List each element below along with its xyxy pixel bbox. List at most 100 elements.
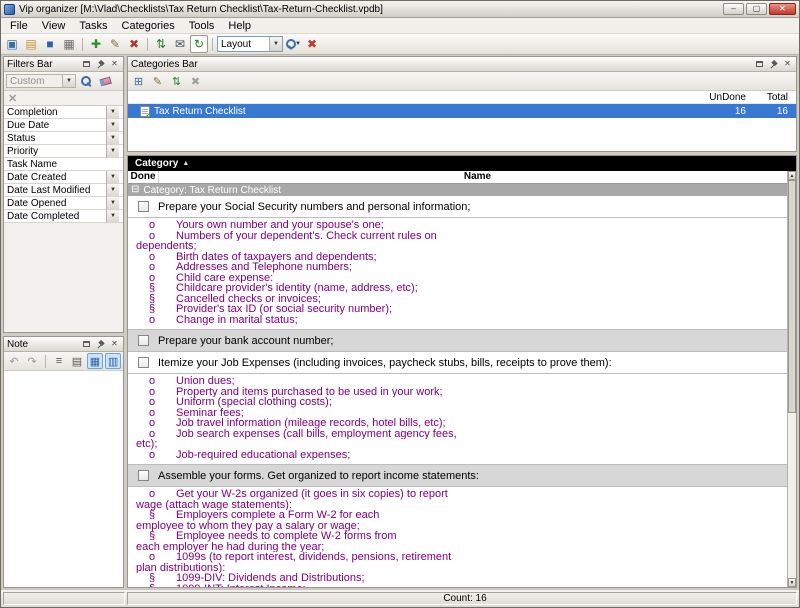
clear-filter-icon[interactable] [97,73,114,89]
filter-row-task-name[interactable]: Task Name [4,158,123,171]
task-row[interactable]: Assemble your forms. Get organized to re… [128,465,787,487]
grid-scrollbar[interactable]: ▲ ▼ [787,171,796,587]
chevron-down-icon[interactable]: ▼ [106,106,119,119]
new-task-icon[interactable]: ✚ [87,35,105,53]
sort-header[interactable]: Category ▲ [128,156,796,171]
maximize-button[interactable]: ▢ [746,3,767,15]
pin-icon[interactable] [95,339,106,350]
redo-icon[interactable]: ↷ [24,353,40,369]
note-text: 1099-DIV: Dividends and Distributions; [176,573,365,584]
category-group-row[interactable]: ⊟ Category: Tax Return Checklist [128,184,796,196]
search-icon[interactable]: ▼ [284,35,302,53]
note-line: §1099-INT: Interest Income; [136,584,785,588]
chevron-down-icon[interactable]: ▼ [106,210,119,223]
done-column-header[interactable]: Done [128,171,158,183]
send-email-icon[interactable]: ✉ [171,35,189,53]
undone-column-header[interactable]: UnDone [698,92,754,103]
filter-row-date-completed[interactable]: Date Completed ▼ [4,210,123,223]
chevron-down-icon[interactable]: ▼ [106,171,119,184]
filter-row-date-last-modified[interactable]: Date Last Modified ▼ [4,184,123,197]
done-checkbox[interactable] [138,357,149,368]
bullet: o [136,262,176,273]
menu-file[interactable]: File [3,19,35,33]
move-category-icon[interactable]: ⇅ [168,73,185,89]
menu-tasks[interactable]: Tasks [72,19,114,33]
print-icon[interactable]: ▦ [60,35,78,53]
note-line: §Provider's tax ID (or social security n… [136,304,785,315]
restore-icon[interactable] [81,59,92,70]
open-database-icon[interactable]: ▤ [22,35,40,53]
filter-row-date-created[interactable]: Date Created ▼ [4,171,123,184]
task-notes: oYours own number and your spouse's one;… [128,218,787,330]
app-icon [4,4,15,15]
filter-row-priority[interactable]: Priority ▼ [4,145,123,158]
move-task-icon[interactable]: ⇅ [152,35,170,53]
category-row-tax-return-checklist[interactable]: Tax Return Checklist 16 16 [128,104,796,118]
note-text: Employee needs to complete W-2 forms fro… [176,531,397,542]
done-checkbox[interactable] [138,201,149,212]
note-line: oYours own number and your spouse's one; [136,220,785,231]
filter-row-date-opened[interactable]: Date Opened ▼ [4,197,123,210]
close-icon[interactable]: ✕ [109,59,120,70]
close-search-icon[interactable]: ✖ [303,35,321,53]
find-filter-icon[interactable] [78,73,95,89]
name-column-header[interactable]: Name [158,171,796,183]
menu-categories[interactable]: Categories [115,19,182,33]
total-column-header[interactable]: Total [754,92,796,103]
note-editor[interactable] [4,371,123,587]
save-icon[interactable]: ■ [41,35,59,53]
remove-filter-icon[interactable]: ✕ [8,92,17,105]
add-category-icon[interactable]: ⊞ [130,73,147,89]
toolbar-separator [212,38,213,51]
scroll-up-icon[interactable]: ▲ [788,171,796,180]
filter-row-completion[interactable]: Completion ▼ [4,106,123,119]
restore-icon[interactable] [754,59,765,70]
filter-label: Date Created [4,172,106,183]
chevron-down-icon[interactable]: ▼ [106,119,119,132]
task-row[interactable]: Prepare your bank account number; [128,330,787,352]
note-text: Numbers of your dependent's. Check curre… [176,231,437,242]
chevron-down-icon[interactable]: ▼ [106,132,119,145]
close-icon[interactable]: ✕ [109,339,120,350]
pin-icon[interactable] [768,59,779,70]
word-wrap-icon[interactable]: ▦ [87,353,103,369]
collapse-icon[interactable]: ⊟ [131,185,139,195]
menu-view[interactable]: View [35,19,73,33]
delete-category-icon[interactable]: ✖ [187,73,204,89]
new-database-icon[interactable]: ▣ [3,35,21,53]
plain-text-view-icon[interactable]: ≡ [51,353,67,369]
note-text: Job travel information (mileage records,… [176,418,446,429]
scrollbar-thumb[interactable] [788,180,796,413]
close-button[interactable]: ✕ [769,3,796,15]
filter-row-status[interactable]: Status ▼ [4,132,123,145]
sync-icon[interactable]: ↻ [190,35,208,53]
filter-preset-combobox[interactable]: Custom ▼ [6,74,76,88]
layout-combobox[interactable]: Layout ▼ [217,36,283,52]
task-row[interactable]: Prepare your Social Security numbers and… [128,196,787,218]
task-row[interactable]: Itemize your Job Expenses (including inv… [128,352,787,374]
restore-icon[interactable] [81,339,92,350]
delete-task-icon[interactable]: ✖ [125,35,143,53]
close-icon[interactable]: ✕ [782,59,793,70]
pin-icon[interactable] [95,59,106,70]
rich-text-view-icon[interactable]: ▤ [69,353,85,369]
chevron-down-icon[interactable]: ▼ [106,145,119,158]
scroll-down-icon[interactable]: ▼ [788,578,796,587]
menu-tools[interactable]: Tools [182,19,222,33]
filter-label: Date Opened [4,198,106,209]
menu-help[interactable]: Help [221,19,258,33]
chevron-down-icon[interactable]: ▼ [269,37,282,51]
edit-category-icon[interactable]: ✎ [149,73,166,89]
note-line: oProperty and items purchased to be used… [136,387,785,398]
done-checkbox[interactable] [138,470,149,481]
undo-icon[interactable]: ↶ [6,353,22,369]
filters-clear-row: ✕ [4,91,123,106]
minimize-button[interactable]: – [723,3,744,15]
note-preview-icon[interactable]: ▥ [105,353,121,369]
done-checkbox[interactable] [138,335,149,346]
chevron-down-icon[interactable]: ▼ [106,184,119,197]
note-text: Birth dates of taxpayers and dependents; [176,252,377,263]
chevron-down-icon[interactable]: ▼ [106,197,119,210]
filter-row-due-date[interactable]: Due Date ▼ [4,119,123,132]
edit-task-icon[interactable]: ✎ [106,35,124,53]
